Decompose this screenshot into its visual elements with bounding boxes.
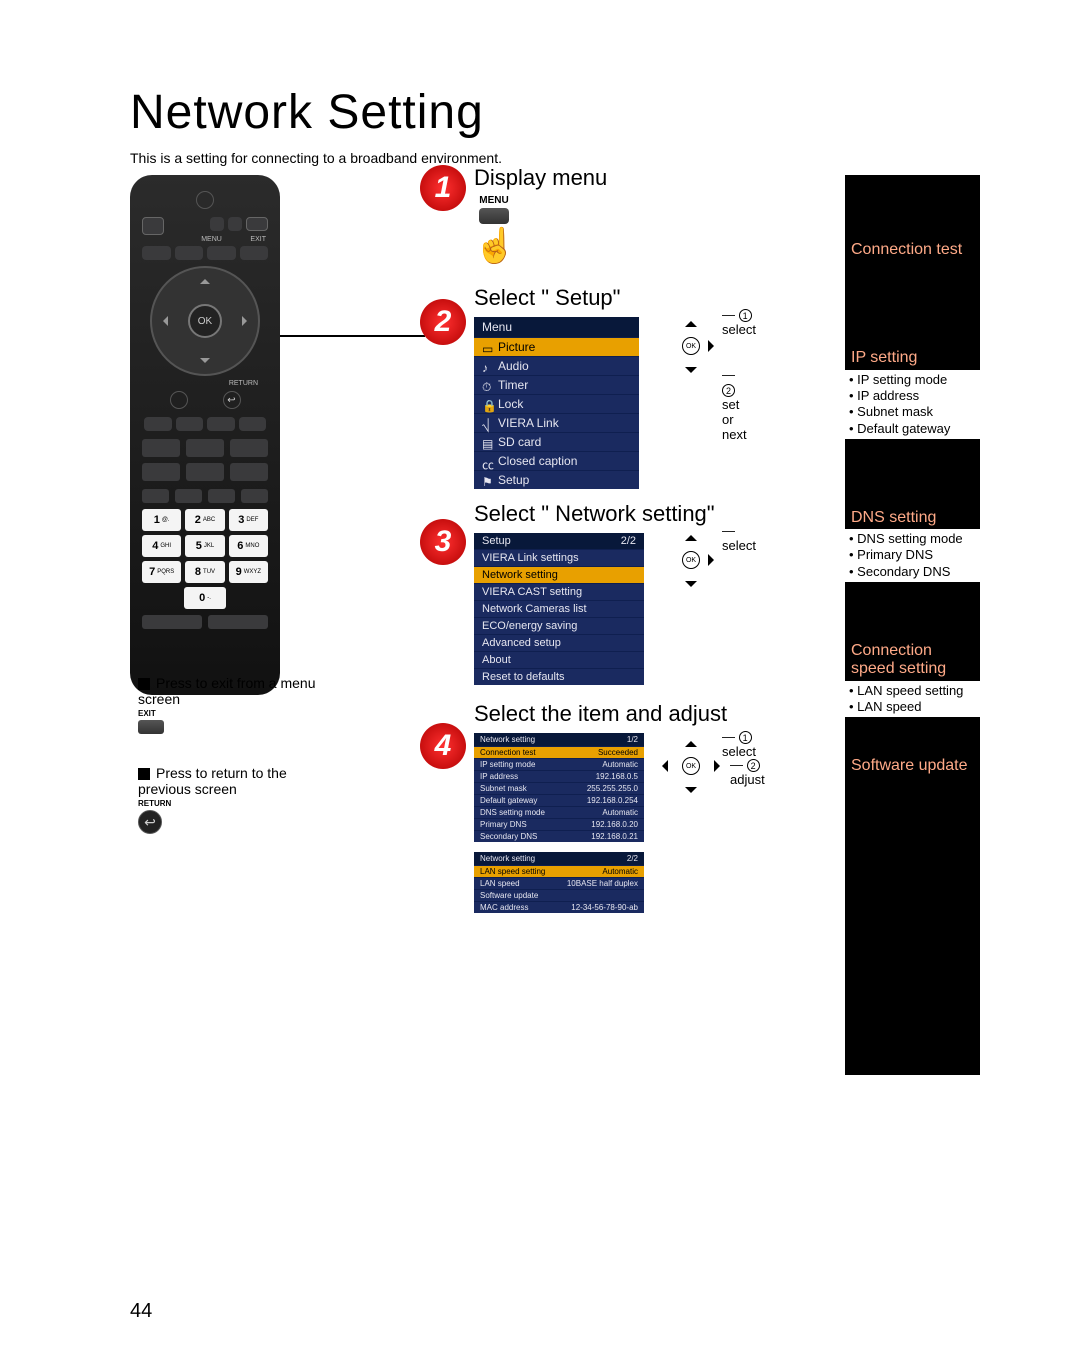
ns-row[interactable]: IP address192.168.0.5 xyxy=(474,770,644,782)
setup-panel: Setup 2/2 VIERA Link settings Network set… xyxy=(474,533,644,685)
sidebar: Connection test IP setting IP setting mo… xyxy=(845,175,980,1075)
hint-select: — 1select xyxy=(722,307,756,337)
callout-line xyxy=(280,335,425,337)
menu-item-lock[interactable]: 🔒Lock xyxy=(474,394,639,413)
setup-item[interactable]: VIERA CAST setting xyxy=(474,583,644,600)
sidebar-heading: Connection speed setting xyxy=(851,642,974,679)
step-2-heading: Select " Setup" xyxy=(474,285,639,311)
ns-row[interactable]: DNS setting modeAutomatic xyxy=(474,806,644,818)
step-3-badge: 3 xyxy=(420,519,466,565)
network-setting-panel-2: Network setting2/2 LAN speed settingAuto… xyxy=(474,852,644,913)
sidebar-heading: IP setting xyxy=(851,349,974,367)
page-title: Network Setting xyxy=(130,85,980,140)
sidebar-item: IP setting mode xyxy=(849,372,980,388)
remote-exit-label: EXIT xyxy=(250,236,266,243)
hint-select: — 1select xyxy=(722,729,756,759)
menu-item-viera-link[interactable]: ⎷VIERA Link xyxy=(474,413,639,432)
ns-row[interactable]: IP setting modeAutomatic xyxy=(474,758,644,770)
menu-label: MENU xyxy=(474,195,514,206)
sidebar-item: Subnet mask xyxy=(849,404,980,420)
sidebar-item: DNS setting mode xyxy=(849,531,980,547)
hand-icon: ☝ xyxy=(474,226,514,266)
setup-item[interactable]: ECO/energy saving xyxy=(474,617,644,634)
exit-button-icon xyxy=(138,720,164,734)
ns-row[interactable]: LAN speed settingAutomatic xyxy=(474,865,644,877)
remote-numpad: 1@. 2ABC 3DEF 4GHI 5JKL 6MNO 7PQRS 8TUV … xyxy=(142,509,268,609)
hint-return: Press to return to the previous screen R… xyxy=(138,765,318,834)
dpad-hint-icon: OK xyxy=(656,735,726,795)
sidebar-item: LAN speed setting xyxy=(849,683,980,699)
ns-row[interactable]: Secondary DNS192.168.0.21 xyxy=(474,830,644,842)
menu-button-icon xyxy=(479,208,509,224)
dpad-hint-icon: OK xyxy=(660,315,720,375)
menu-item-closed-caption[interactable]: ㏄Closed caption xyxy=(474,451,639,470)
menu-item-sd-card[interactable]: ▤SD card xyxy=(474,432,639,451)
ns-row[interactable]: MAC address12-34-56-78-90-ab xyxy=(474,901,644,913)
setup-panel-title: Setup xyxy=(482,535,511,547)
step-1-badge: 1 xyxy=(420,165,466,211)
ns-row[interactable]: Subnet mask255.255.255.0 xyxy=(474,782,644,794)
key-2[interactable]: 2ABC xyxy=(185,509,224,531)
page-subtitle: This is a setting for connecting to a br… xyxy=(130,150,980,166)
remote-ok-button[interactable]: OK xyxy=(188,304,222,338)
page-number: 44 xyxy=(130,1300,152,1323)
key-6[interactable]: 6MNO xyxy=(229,535,268,557)
step-3-heading: Select " Network setting" xyxy=(474,501,715,527)
step-1-heading: Display menu xyxy=(474,165,607,191)
ns-row[interactable]: Software update xyxy=(474,889,644,901)
setup-item[interactable]: About xyxy=(474,651,644,668)
network-setting-panel-1: Network setting1/2 Connection testSuccee… xyxy=(474,733,644,842)
ns-row[interactable]: Default gateway192.168.0.254 xyxy=(474,794,644,806)
hint-select: — select xyxy=(722,523,756,553)
menu-item-setup[interactable]: ⚑Setup xyxy=(474,470,639,489)
return-button-icon: ↩ xyxy=(138,810,162,834)
setup-item[interactable]: Advanced setup xyxy=(474,634,644,651)
ns-row[interactable]: Primary DNS192.168.0.20 xyxy=(474,818,644,830)
hint-adjust: — 2adjust xyxy=(730,757,765,787)
setup-panel-page: 2/2 xyxy=(621,535,636,547)
sidebar-heading: Connection test xyxy=(851,241,974,259)
setup-item[interactable]: Reset to defaults xyxy=(474,668,644,685)
menu-item-picture[interactable]: ▭Picture xyxy=(474,337,639,356)
sidebar-item: LAN speed xyxy=(849,699,980,715)
key-1[interactable]: 1@. xyxy=(142,509,181,531)
remote-return-label: RETURN xyxy=(140,380,258,387)
remote-menu-label: MENU xyxy=(201,236,222,243)
ns-row[interactable]: Connection testSucceeded xyxy=(474,746,644,758)
ns-row[interactable]: LAN speed10BASE half duplex xyxy=(474,877,644,889)
step-4-badge: 4 xyxy=(420,723,466,769)
remote-return-button[interactable]: ↩ xyxy=(223,391,241,409)
menu-panel: Menu ▭Picture ♪Audio ⏱Timer 🔒Lock ⎷VIERA… xyxy=(474,317,639,489)
step-2-badge: 2 xyxy=(420,299,466,345)
key-0[interactable]: 0-. xyxy=(184,587,226,609)
key-3[interactable]: 3DEF xyxy=(229,509,268,531)
remote-dpad: OK xyxy=(150,266,260,376)
key-7[interactable]: 7PQRS xyxy=(142,561,181,583)
sidebar-item: IP address xyxy=(849,388,980,404)
key-4[interactable]: 4GHI xyxy=(142,535,181,557)
menu-item-audio[interactable]: ♪Audio xyxy=(474,356,639,375)
step-4-heading: Select the item and adjust xyxy=(474,701,727,727)
dpad-hint-icon: OK xyxy=(660,529,720,589)
sidebar-item: Secondary DNS xyxy=(849,564,980,580)
sidebar-item: Primary DNS xyxy=(849,547,980,563)
menu-panel-title: Menu xyxy=(474,317,639,337)
key-9[interactable]: 9WXYZ xyxy=(229,561,268,583)
hint-exit: Press to exit from a menu screen EXIT xyxy=(138,675,318,734)
remote-control-illustration: MENU EXIT OK RETURN ↩ 1@. 2ABC 3DEF 4GHI … xyxy=(130,175,280,695)
key-5[interactable]: 5JKL xyxy=(185,535,224,557)
sidebar-heading: DNS setting xyxy=(851,509,974,527)
sidebar-item: Default gateway xyxy=(849,421,980,437)
key-8[interactable]: 8TUV xyxy=(185,561,224,583)
sidebar-heading: Software update xyxy=(851,757,974,775)
setup-item[interactable]: VIERA Link settings xyxy=(474,549,644,566)
hint-set: — 2set or next xyxy=(722,367,747,442)
setup-item[interactable]: Network Cameras list xyxy=(474,600,644,617)
menu-item-timer[interactable]: ⏱Timer xyxy=(474,375,639,394)
setup-item-network[interactable]: Network setting xyxy=(474,566,644,583)
